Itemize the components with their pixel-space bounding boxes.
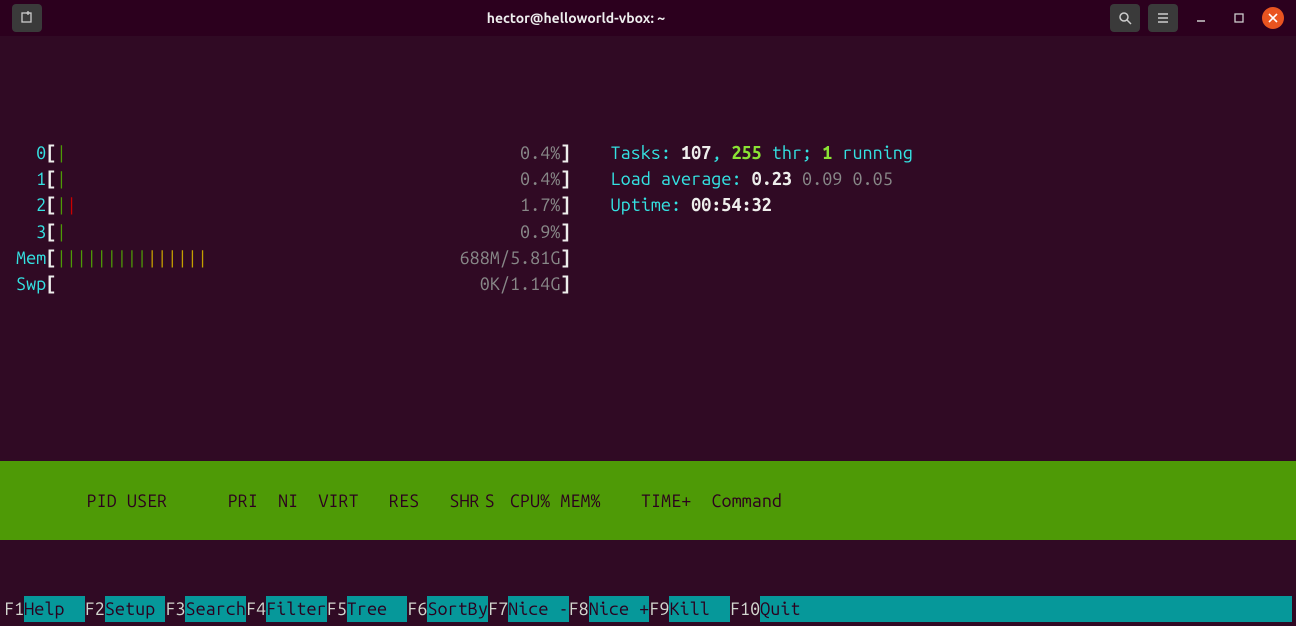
fkey-f3[interactable]: F3Search (165, 596, 246, 622)
fkey-f10[interactable]: F10Quit (730, 596, 821, 622)
fkey-f4[interactable]: F4Filter (246, 596, 327, 622)
memory-meter: Mem[||||||||||||||| 688M/5.81G] (16, 245, 570, 271)
window-titlebar: hector@helloworld-vbox: ~ (0, 0, 1296, 36)
uptime-meter: Uptime: 00:54:32 (610, 192, 912, 218)
cpu-meter-1: 1[| 0.4%] (16, 166, 570, 192)
window-title: hector@helloworld-vbox: ~ (50, 10, 1102, 26)
maximize-button[interactable] (1224, 4, 1254, 32)
swap-meter: Swp[ 0K/1.14G] (16, 271, 570, 297)
fkey-f2[interactable]: F2Setup (85, 596, 166, 622)
function-key-bar: F1Help F2Setup F3SearchF4FilterF5Tree F6… (0, 596, 1296, 626)
htop-meters: 0[| 0.4%] 1[| 0.4%] 2[|| 1.7%] 3[| (0, 140, 1296, 297)
hamburger-menu-button[interactable] (1148, 4, 1178, 32)
tasks-meter: Tasks: 107, 255 thr; 1 running (610, 140, 912, 166)
cpu-meter-0: 0[| 0.4%] (16, 140, 570, 166)
cpu-meter-2: 2[|| 1.7%] (16, 192, 570, 218)
terminal-output[interactable]: 0[| 0.4%] 1[| 0.4%] 2[|| 1.7%] 3[| (0, 36, 1296, 626)
fkey-f5[interactable]: F5Tree (327, 596, 408, 622)
close-button[interactable] (1262, 7, 1284, 29)
fkey-f1[interactable]: F1Help (4, 596, 85, 622)
new-tab-button[interactable] (12, 4, 42, 32)
cpu-meter-3: 3[| 0.9%] (16, 219, 570, 245)
load-average-meter: Load average: 0.23 0.09 0.05 (610, 166, 912, 192)
minimize-button[interactable] (1186, 4, 1216, 32)
fkey-f9[interactable]: F9Kill (649, 596, 730, 622)
process-table-header: PIDUSERPRINIVIRTRESSHRSCPU%MEM%TIME+Comm… (0, 461, 1296, 539)
fkey-f8[interactable]: F8Nice + (569, 596, 650, 622)
fkey-fill (821, 596, 1292, 622)
fkey-f6[interactable]: F6SortBy (407, 596, 488, 622)
fkey-f7[interactable]: F7Nice - (488, 596, 569, 622)
search-button[interactable] (1110, 4, 1140, 32)
